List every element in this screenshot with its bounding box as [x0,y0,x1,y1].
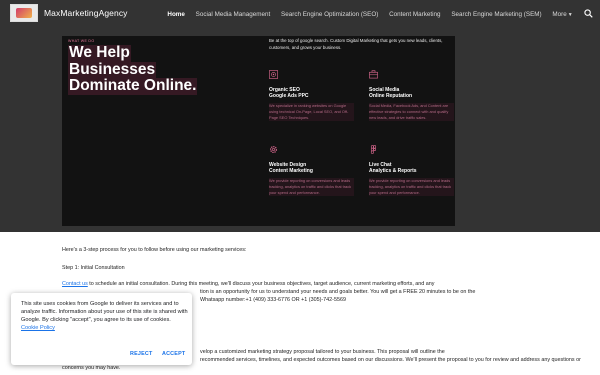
service-title-line-1: Live Chat [369,162,392,168]
step-1-heading: Step 1: Initial Consultation [62,265,125,271]
service-description: Social Media, Facebook Ads, and Content … [369,102,454,122]
service-title: Organic SEO Google Ads PPC [269,87,354,100]
contact-us-link[interactable]: Contact us [62,281,88,287]
step-2-paragraph-line-2: recommended services, timelines, and exp… [200,357,581,363]
hero-intro: Be at the top of google search. Custom D… [269,38,443,50]
service-title-line-2: Analytics & Reports [369,168,417,175]
service-title: Social Media Online Reputation [369,87,454,100]
nav-item-social-media-management[interactable]: Social Media Management [190,11,275,18]
service-description: We provide reporting on conversions and … [369,177,454,197]
cookie-message-text: This site uses cookies from Google to de… [21,301,188,323]
nav-item-more[interactable]: More▼ [547,11,578,18]
accept-button[interactable]: ACCEPT [162,351,185,357]
reject-button[interactable]: REJECT [130,351,152,357]
nav-item-home[interactable]: Home [162,11,190,18]
process-intro: Here's a 3-step process for you to follo… [62,247,247,253]
step-1-text-a: to schedule an initial consultation. Dur… [87,281,435,287]
step-1-paragraph-line-2: tion is an opportunity for us to underst… [200,289,476,295]
chevron-down-icon: ▼ [567,11,573,18]
hero-headline: We Help Businesses Dominate Online. [68,44,218,95]
service-title-line-1: Website Design [269,162,307,168]
headline-line-2: Businesses [68,60,157,78]
service-organic-seo: Organic SEO Google Ads PPC We specialize … [269,69,354,122]
site-logo[interactable] [10,4,38,22]
cookie-consent-dialog: This site uses cookies from Google to de… [11,293,192,365]
nav-item-seo[interactable]: Search Engine Optimization (SEO) [276,11,384,18]
headline-line-3: Dominate Online. [68,77,198,95]
headline-line-1: We Help [68,44,131,62]
service-title-line-2: Online Reputation [369,93,413,100]
service-social-media: Social Media Online Reputation Social Med… [369,69,454,122]
service-website-design: Website Design Content Marketing We provi… [269,144,354,197]
nav-item-content-marketing[interactable]: Content Marketing [384,11,446,18]
site-title[interactable]: MaxMarketingAgency [44,8,128,18]
nav-item-sem[interactable]: Search Engine Marketing (SEM) [446,11,547,18]
briefcase-icon [369,70,378,79]
service-title: Website Design Content Marketing [269,162,354,175]
main-nav: Home Social Media Management Search Engi… [162,0,578,28]
logo-mark [16,8,32,18]
figma-icon [370,145,377,154]
step-1-paragraph-line-1: Contact us to schedule an initial consul… [62,280,435,288]
step-2-paragraph-line-3: concerns you may have. [62,365,121,371]
whatsapp-numbers: Whatsapp number:+1 (409) 333-6776 OR +1 … [200,297,346,303]
service-description: We specialize in ranking websites on Goo… [269,102,354,122]
service-live-chat: Live Chat Analytics & Reports We provide … [369,144,454,197]
gear-icon [269,145,278,154]
service-title-line-1: Organic SEO [269,87,300,93]
hero-eyebrow: WHAT WE DO [68,39,95,43]
service-title-line-2: Google Ads PPC [269,93,309,100]
hero-banner-image: WHAT WE DO We Help Businesses Dominate O… [62,36,455,226]
cookie-message: This site uses cookies from Google to de… [21,301,189,333]
service-title: Live Chat Analytics & Reports [369,162,454,175]
service-description: We provide reporting on conversions and … [269,177,354,197]
nav-more-label: More [552,10,567,18]
search-icon[interactable] [584,9,593,18]
service-title-line-1: Social Media [369,87,400,93]
top-app-bar: MaxMarketingAgency Home Social Media Man… [0,0,600,28]
cookie-policy-link[interactable]: Cookie Policy [21,325,55,331]
target-icon [269,70,278,79]
service-title-line-2: Content Marketing [269,168,313,175]
step-2-paragraph-line-1: velop a customized marketing strategy pr… [200,349,445,355]
